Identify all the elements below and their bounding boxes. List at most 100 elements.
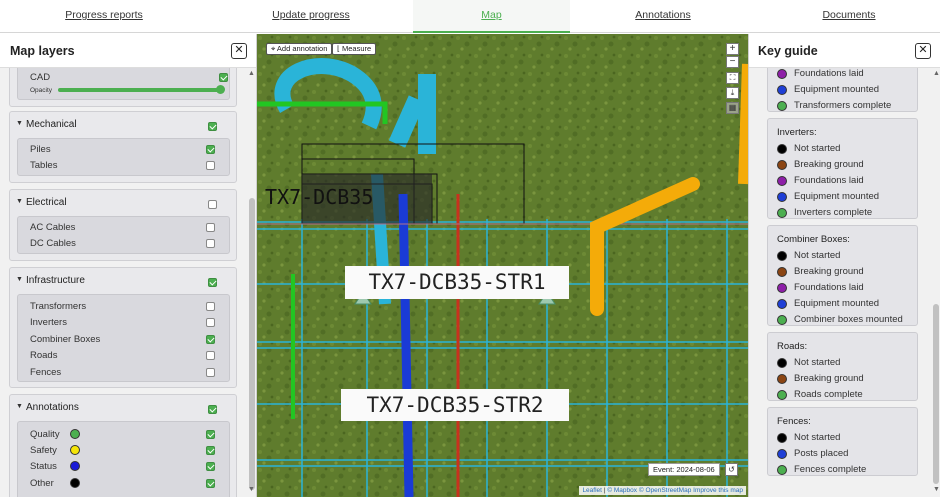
- checkbox-combiner-boxes[interactable]: [206, 335, 215, 344]
- layer-label-cad: CAD: [30, 72, 51, 83]
- key-scroll-up-arrow[interactable]: ▲: [933, 70, 940, 77]
- checkbox-tables[interactable]: [206, 161, 215, 170]
- layer-label-quality: Quality: [30, 429, 60, 440]
- measure-button[interactable]: ⌊ Measure: [332, 43, 377, 55]
- key-color-dot: [777, 85, 787, 95]
- layer-label-transformers: Transformers: [30, 301, 87, 312]
- layer-row-roads[interactable]: Roads: [30, 349, 225, 363]
- layer-row-dc-cables[interactable]: DC Cables: [30, 237, 225, 251]
- electrical-subbox: AC Cables DC Cables: [17, 216, 230, 254]
- tab-documents[interactable]: Documents: [769, 0, 929, 33]
- layer-label-status: Status: [30, 461, 57, 472]
- infrastructure-header[interactable]: ▼ Infrastructure: [10, 268, 236, 294]
- checkbox-annotations[interactable]: [208, 405, 217, 414]
- map-layers-scroll-area[interactable]: CAD Opacity ▼ Mechanical Piles Tables ▼ …: [0, 68, 257, 497]
- layer-row-ac-cables[interactable]: AC Cables: [30, 221, 225, 235]
- checkbox-fences[interactable]: [206, 368, 215, 377]
- quality-color-dot: [70, 429, 80, 439]
- checkbox-mechanical[interactable]: [208, 122, 217, 131]
- improve-map-link[interactable]: Improve this map: [693, 487, 743, 494]
- fullscreen-button[interactable]: ⛶: [726, 72, 739, 84]
- key-color-dot: [777, 267, 787, 277]
- layer-row-combiner-boxes[interactable]: Combiner Boxes: [30, 333, 225, 347]
- layer-row-safety[interactable]: Safety: [30, 444, 225, 458]
- map-label-string-2[interactable]: TX7-DCB35-STR2: [341, 389, 569, 421]
- tab-progress-reports[interactable]: Progress reports: [24, 0, 184, 33]
- layer-row-inverters[interactable]: Inverters: [30, 316, 225, 330]
- layer-row-tables[interactable]: Tables: [30, 159, 225, 173]
- osm-link[interactable]: © OpenStreetMap: [639, 487, 691, 494]
- zoom-in-button[interactable]: +: [726, 43, 739, 55]
- key-guide-scroll-area[interactable]: Foundations laid Equipment mounted Trans…: [749, 68, 940, 497]
- close-icon: ✕: [234, 44, 244, 56]
- layer-row-fences[interactable]: Fences: [30, 366, 225, 380]
- tab-annotations[interactable]: Annotations: [583, 0, 743, 33]
- key-item-label: Not started: [794, 432, 841, 443]
- checkbox-cad[interactable]: [219, 73, 228, 82]
- key-item-label: Foundations laid: [794, 175, 864, 186]
- layer-row-quality[interactable]: Quality: [30, 428, 225, 442]
- key-group-transformers: Foundations laid Equipment mounted Trans…: [767, 68, 918, 112]
- electrical-header[interactable]: ▼ Electrical: [10, 190, 236, 216]
- checkbox-piles[interactable]: [206, 145, 215, 154]
- scroll-up-arrow[interactable]: ▲: [248, 70, 255, 77]
- layers-toggle-button[interactable]: ▦: [726, 102, 739, 114]
- map-label-string-1[interactable]: TX7-DCB35-STR1: [345, 266, 569, 299]
- checkbox-safety[interactable]: [206, 446, 215, 455]
- infrastructure-subbox: Transformers Inverters Combiner Boxes Ro…: [17, 294, 230, 382]
- layer-row-status[interactable]: Status: [30, 460, 225, 474]
- map-view[interactable]: TX7-DCB35 TX7-DCB35-STR1 TX7-DCB35-STR2 …: [257, 34, 748, 497]
- section-title-infrastructure: Infrastructure: [26, 275, 85, 286]
- checkbox-dc-cables[interactable]: [206, 239, 215, 248]
- checkbox-other[interactable]: [206, 479, 215, 488]
- attribution-separator: |: [603, 487, 606, 494]
- map-layers-header: Map layers ✕: [0, 34, 256, 68]
- key-guide-scrollbar[interactable]: [933, 304, 939, 484]
- chevron-down-icon: ▼: [16, 120, 23, 127]
- leaflet-link[interactable]: Leaflet: [582, 487, 602, 494]
- section-title-mechanical: Mechanical: [26, 119, 77, 130]
- checkbox-transformers[interactable]: [206, 302, 215, 311]
- layer-row-cad[interactable]: CAD: [30, 71, 228, 85]
- tab-map[interactable]: Map: [413, 0, 570, 33]
- checkbox-status[interactable]: [206, 462, 215, 471]
- download-button[interactable]: ⤓: [726, 87, 739, 99]
- key-guide-title: Key guide: [758, 44, 818, 58]
- mechanical-header[interactable]: ▼ Mechanical: [10, 112, 236, 138]
- checkbox-ac-cables[interactable]: [206, 223, 215, 232]
- checkbox-roads[interactable]: [206, 351, 215, 360]
- key-group-inverters: Inverters: Not started Breaking ground F…: [767, 118, 918, 219]
- plus-icon: +: [729, 43, 736, 54]
- key-guide-header: Key guide ✕: [749, 34, 940, 68]
- key-item-label: Transformers complete: [794, 100, 892, 111]
- checkbox-quality[interactable]: [206, 430, 215, 439]
- key-item-label: Fences complete: [794, 464, 867, 475]
- tab-update-progress[interactable]: Update progress: [231, 0, 391, 33]
- close-map-layers-button[interactable]: ✕: [231, 43, 247, 59]
- key-color-dot: [777, 465, 787, 475]
- close-icon: ✕: [918, 44, 928, 56]
- annotations-header[interactable]: ▼ Annotations: [10, 395, 236, 421]
- key-color-dot: [777, 69, 787, 79]
- scroll-down-arrow[interactable]: ▼: [248, 486, 255, 493]
- zoom-out-button[interactable]: −: [726, 56, 739, 68]
- opacity-slider[interactable]: [58, 88, 223, 92]
- key-color-dot: [777, 101, 787, 111]
- checkbox-inverters[interactable]: [206, 318, 215, 327]
- mapbox-link[interactable]: © Mapbox: [607, 487, 637, 494]
- close-key-guide-button[interactable]: ✕: [915, 43, 931, 59]
- key-scroll-down-arrow[interactable]: ▼: [933, 486, 940, 493]
- layer-label-piles: Piles: [30, 144, 51, 155]
- history-button[interactable]: ↺: [725, 463, 738, 476]
- key-item-label: Equipment mounted: [794, 84, 880, 95]
- left-panel-scrollbar[interactable]: [249, 198, 255, 490]
- checkbox-electrical[interactable]: [208, 200, 217, 209]
- layer-row-transformers[interactable]: Transformers: [30, 300, 225, 314]
- add-annotation-button[interactable]: ⌖ Add annotation: [266, 43, 333, 55]
- checkbox-infrastructure[interactable]: [208, 278, 217, 287]
- map-label-combiner-box[interactable]: TX7-DCB35: [265, 185, 373, 209]
- annotations-section: ▼ Annotations Quality Safety Status Othe…: [9, 394, 237, 497]
- layer-row-piles[interactable]: Piles: [30, 143, 225, 157]
- layer-row-other[interactable]: Other: [30, 477, 225, 491]
- opacity-slider-handle[interactable]: [216, 85, 225, 94]
